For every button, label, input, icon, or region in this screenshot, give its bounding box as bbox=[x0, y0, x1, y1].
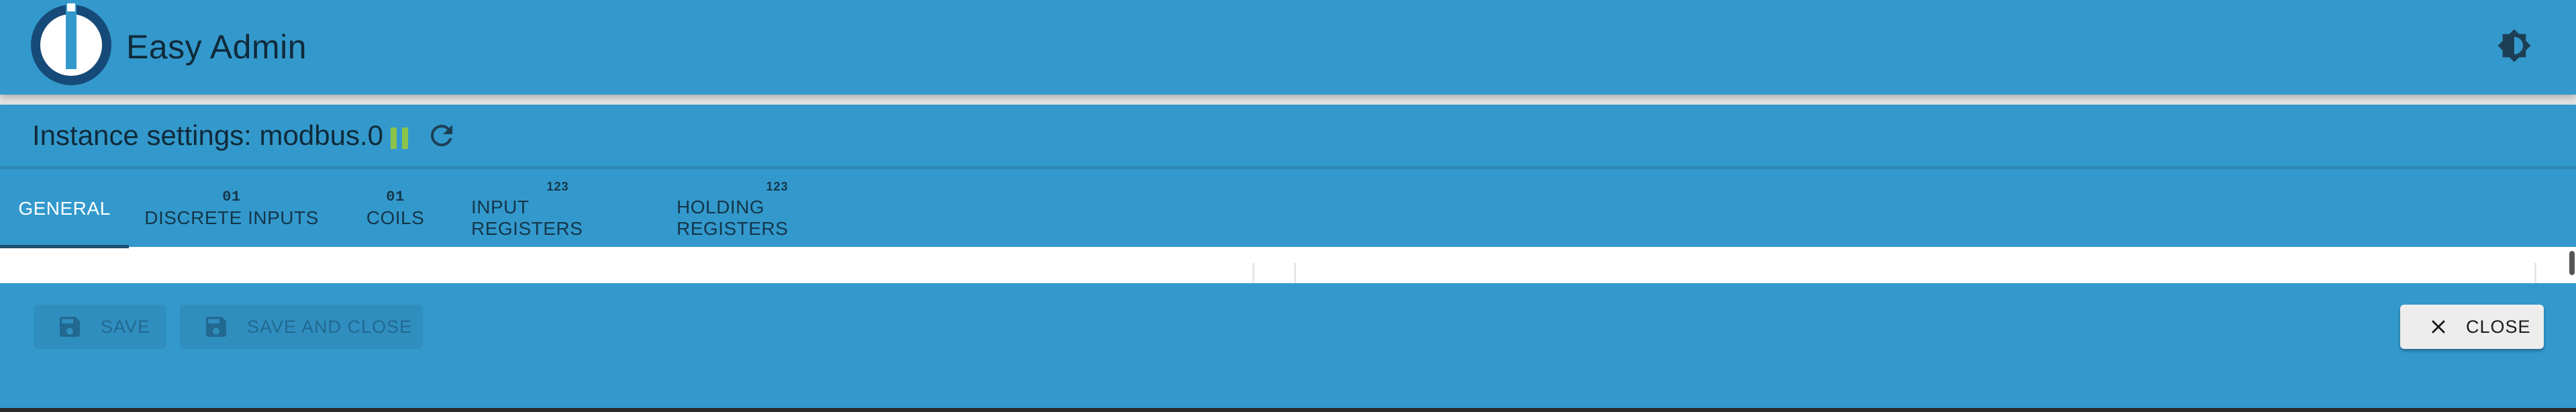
tab-label: Coils bbox=[366, 207, 425, 228]
save-and-close-label: Save and close bbox=[247, 316, 413, 337]
refresh-icon bbox=[431, 125, 452, 146]
tab-label: Input Registers bbox=[471, 197, 583, 239]
brightness-icon bbox=[2497, 29, 2531, 62]
settings-content bbox=[0, 247, 2576, 283]
iobroker-logo-icon bbox=[31, 3, 111, 85]
tab-label: General bbox=[18, 198, 111, 219]
tab-general[interactable]: General bbox=[0, 169, 129, 248]
close-label: Close bbox=[2466, 316, 2531, 337]
tab-discrete-inputs[interactable]: 01 Discrete inputs bbox=[141, 169, 322, 248]
reload-button[interactable] bbox=[426, 119, 458, 152]
tab-label: Discrete inputs bbox=[144, 207, 319, 228]
separator bbox=[0, 95, 2576, 105]
binary-icon: 01 bbox=[222, 189, 241, 205]
tabs-bar: General 01 Discrete inputs 01 Coils 123 … bbox=[0, 168, 2576, 248]
instance-header: Instance settings: modbus.0 bbox=[0, 105, 2576, 166]
tab-holding-registers[interactable]: 123 Holding Registers bbox=[677, 169, 878, 248]
save-label: Save bbox=[101, 316, 151, 337]
divider bbox=[1252, 263, 1254, 283]
tab-input-registers[interactable]: 123 Input Registers bbox=[471, 169, 644, 248]
instance-title: Instance settings: modbus.0 bbox=[32, 119, 383, 151]
scrollbar[interactable] bbox=[2569, 251, 2575, 275]
tab-label: Holding Registers bbox=[677, 197, 789, 239]
save-and-close-button[interactable]: Save and close bbox=[180, 305, 423, 349]
binary-icon: 01 bbox=[386, 189, 405, 205]
pause-icon[interactable] bbox=[389, 125, 411, 152]
divider bbox=[2534, 263, 2536, 283]
numeric-icon: 123 bbox=[766, 180, 789, 193]
app-bar: Easy Admin bbox=[0, 0, 2576, 95]
save-button[interactable]: Save bbox=[34, 305, 166, 349]
tab-coils[interactable]: 01 Coils bbox=[352, 169, 439, 248]
floppy-disk-icon bbox=[206, 317, 226, 337]
theme-toggle-button[interactable] bbox=[2495, 27, 2533, 64]
divider bbox=[1294, 263, 1296, 283]
floppy-disk-icon bbox=[60, 317, 80, 337]
app-title: Easy Admin bbox=[126, 28, 307, 66]
close-button[interactable]: Close bbox=[2400, 305, 2544, 349]
footer-bar: Save Save and close Close bbox=[0, 283, 2576, 412]
close-icon bbox=[2432, 320, 2445, 333]
numeric-icon: 123 bbox=[546, 180, 569, 193]
